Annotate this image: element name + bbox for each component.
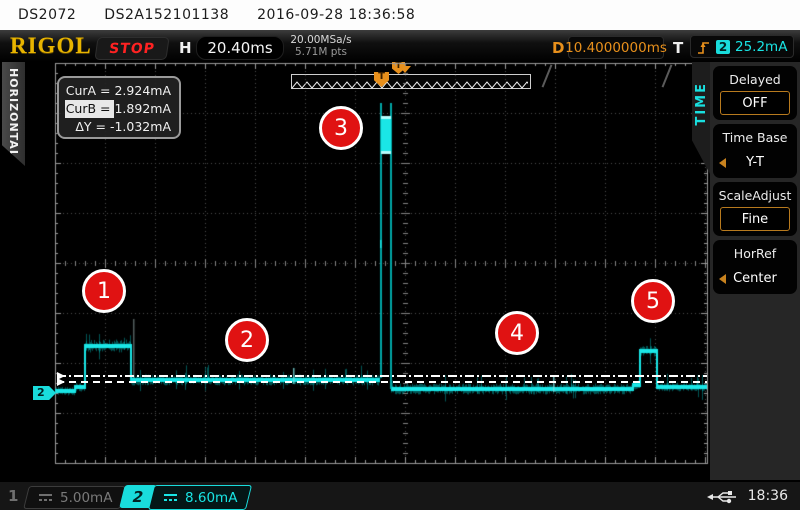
menu-item-value: OFF bbox=[720, 91, 790, 115]
cursor-b-label: CurB = bbox=[65, 100, 114, 118]
left-arrow-icon bbox=[719, 274, 726, 284]
callout-circle-1: 1 bbox=[82, 269, 126, 313]
menu-item-value: Center bbox=[716, 267, 794, 289]
tab-time-label: TIME bbox=[694, 82, 709, 126]
menu-item-scaleadjust[interactable]: ScaleAdjust Fine bbox=[713, 182, 797, 236]
usb-icon bbox=[706, 489, 740, 505]
menu-item-label: HorRef bbox=[713, 240, 797, 261]
cursor-b-arrow bbox=[57, 378, 65, 386]
cursor-delta-row: ΔY = -1.032mA bbox=[65, 118, 173, 136]
oscilloscope-screen: DS2072 DS2A152101138 2016-09-28 18:36:58… bbox=[0, 0, 800, 510]
callout-circle-4: 4 bbox=[495, 311, 539, 355]
channel-status-bar: 1 5.00mA 2 8.60mA 18:36 bbox=[0, 480, 800, 510]
menu-item-label: ScaleAdjust bbox=[713, 182, 797, 203]
cursor-a-row: CurA = 2.924mA bbox=[65, 82, 173, 100]
cursor-delta-label: ΔY = bbox=[65, 118, 110, 136]
cursor-delta-value: -1.032mA bbox=[110, 118, 173, 136]
cursor-b-line[interactable] bbox=[57, 381, 707, 383]
callout-circle-2: 2 bbox=[225, 318, 269, 362]
callout-circle-5: 5 bbox=[631, 279, 675, 323]
channel2-scale: 8.60mA bbox=[185, 490, 237, 506]
cursor-a-label: CurA = bbox=[65, 82, 114, 100]
menu-item-horref[interactable]: HorRef Center bbox=[713, 240, 797, 294]
cursor-a-value: 2.924mA bbox=[114, 82, 173, 100]
left-arrow-icon bbox=[719, 158, 726, 168]
menu-item-label: Delayed bbox=[713, 66, 797, 87]
cursor-b-row: CurB = 1.892mA bbox=[65, 100, 173, 118]
horizontal-center-marker bbox=[399, 66, 411, 73]
dc-coupling-icon bbox=[164, 493, 177, 502]
cursor-b-value: 1.892mA bbox=[114, 100, 173, 118]
channel1-number[interactable]: 1 bbox=[8, 487, 18, 505]
menu-item-value: Fine bbox=[720, 207, 790, 231]
channel1-badge[interactable]: 5.00mA bbox=[23, 486, 126, 509]
cursor-a-line[interactable] bbox=[57, 375, 707, 377]
clock: 18:36 bbox=[748, 488, 788, 504]
menu-item-timebase[interactable]: Time Base Y-T bbox=[713, 124, 797, 178]
channel1-scale: 5.00mA bbox=[60, 490, 112, 506]
menu-item-value: Y-T bbox=[716, 151, 794, 173]
soft-menu: Delayed OFF Time Base Y-T ScaleAdjust Fi… bbox=[710, 62, 800, 480]
channel2-badge[interactable]: 8.60mA bbox=[148, 485, 252, 510]
menu-item-delayed[interactable]: Delayed OFF bbox=[713, 66, 797, 120]
callout-circle-3: 3 bbox=[319, 106, 363, 150]
dc-coupling-icon bbox=[39, 493, 52, 502]
cursor-readout-box: CurA = 2.924mA CurB = 1.892mA ΔY = -1.03… bbox=[57, 76, 181, 139]
menu-item-label: Time Base bbox=[713, 124, 797, 145]
